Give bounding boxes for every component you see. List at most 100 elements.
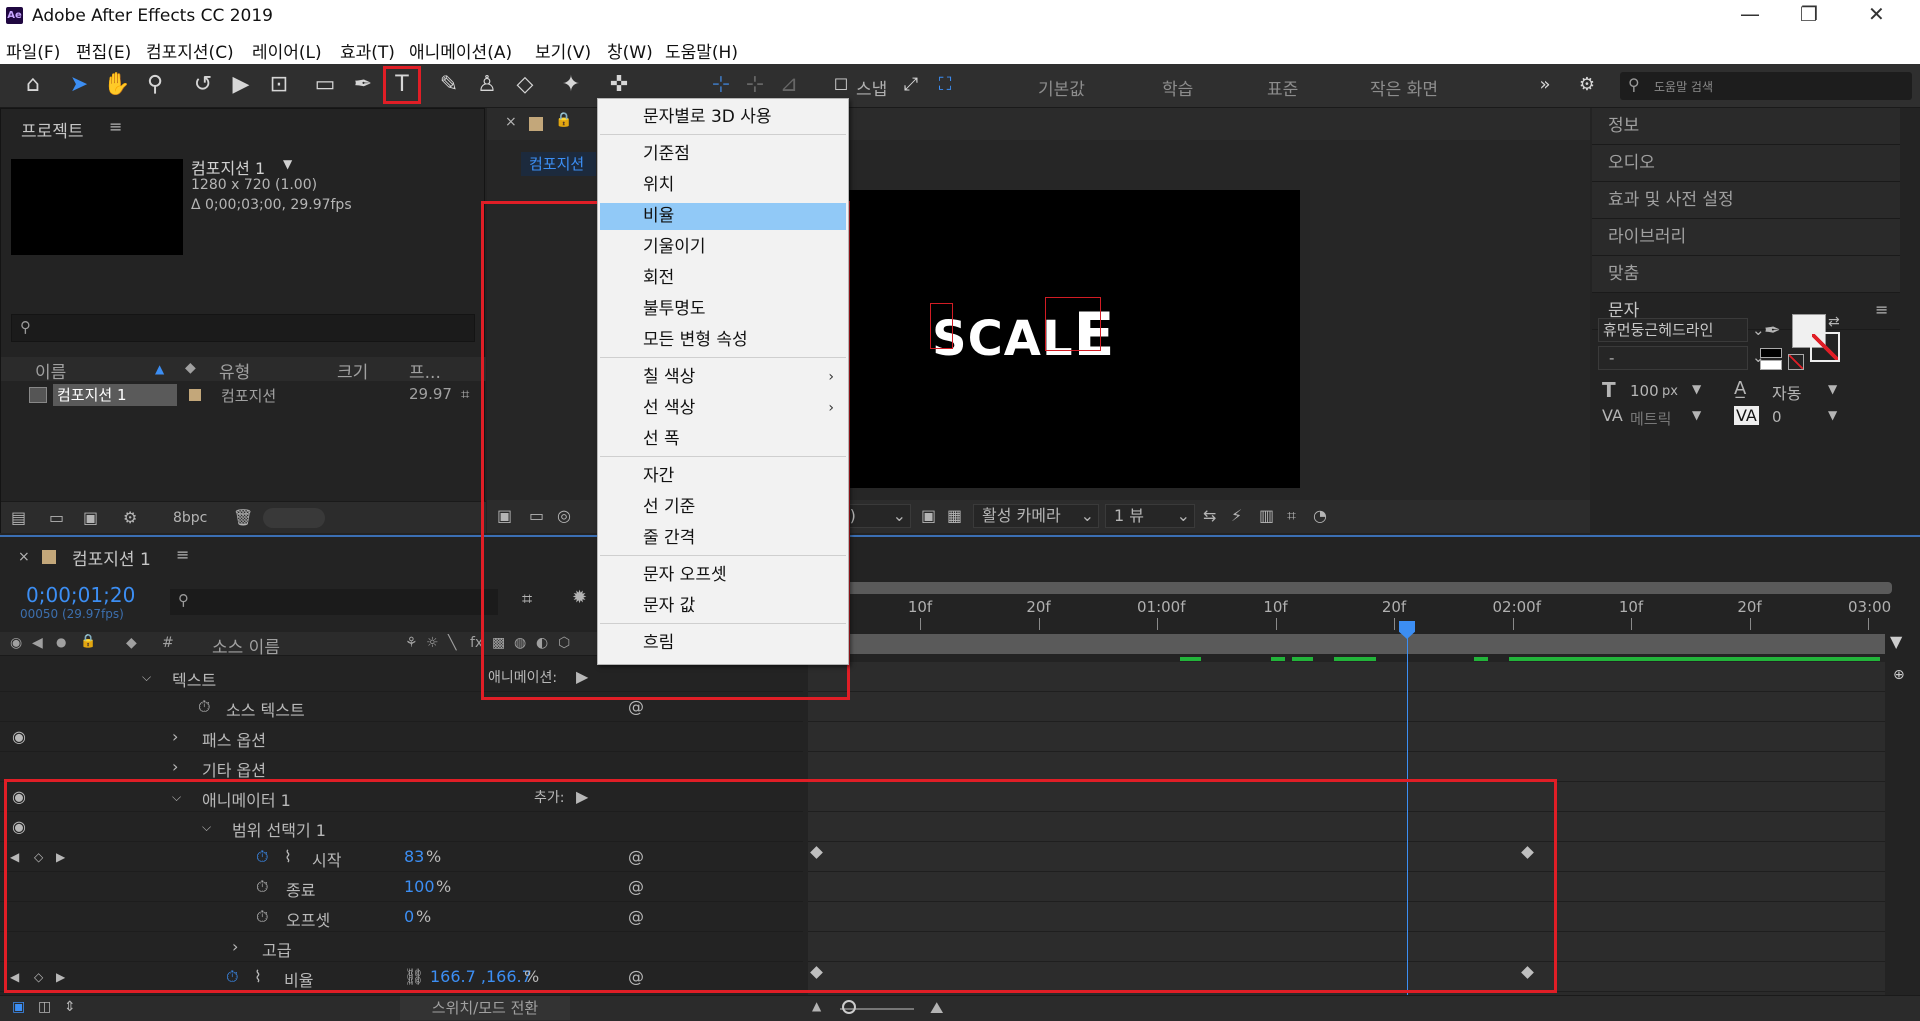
workspace-small-screen[interactable]: 작은 화면 [1370,75,1438,100]
col-size[interactable]: 크기 [337,358,368,383]
snap-target-icon[interactable]: ⛶ [930,70,960,100]
menu-item[interactable]: 기준점 [600,141,846,168]
panel-menu-icon[interactable]: ≡ [109,117,122,136]
menu-window[interactable]: 창(W) [607,38,653,63]
lock-icon[interactable]: 🔒 [80,634,96,649]
render-time-icon[interactable]: ◫ [38,999,51,1015]
menu-item[interactable]: 칠 색상 › [600,364,846,391]
kerning-value[interactable]: 메트릭 [1630,408,1671,429]
pen-tool-icon[interactable]: ✒ [348,70,378,100]
play-circle-icon[interactable]: ▶ [576,667,588,686]
chevron-right-icon[interactable]: › [172,727,178,746]
eyedropper-icon[interactable]: ✒ [1764,318,1781,342]
expression-icon[interactable]: @ [628,697,644,716]
property-row-animator-1[interactable]: ◉ ⌵ 애니메이터 1 추가: ▶ [0,782,803,812]
views-select[interactable]: 1 뷰 ⌄ [1105,504,1195,528]
black-swatch[interactable] [1760,348,1782,358]
label-tag-icon[interactable]: ◆ [185,360,196,376]
stopwatch-icon[interactable]: ⏱ [256,847,268,867]
menu-item[interactable]: 선 색상 › [600,395,846,422]
motion-blur-icon[interactable]: ◍ [514,635,526,651]
snap-checkbox[interactable]: ☐ [831,70,851,100]
prev-keyframe-icon[interactable]: ◀ [10,850,19,864]
menu-layer[interactable]: 레이어(L) [252,38,322,63]
menu-file[interactable]: 파일(F) [6,38,60,63]
menu-item[interactable]: 문자별로 3D 사용 [600,104,846,131]
item-name[interactable]: 컴포지션 1 [53,384,177,406]
timeline-search-input[interactable]: ⚲ [170,589,498,615]
audio-icon[interactable]: ◀ [32,635,43,651]
chevron-down-icon[interactable]: ⌄ [1752,321,1765,339]
fast-preview-icon[interactable]: ⚡ [1231,506,1242,525]
rotate-tool-icon[interactable]: ↺ [188,70,218,100]
new-folder-icon[interactable]: ▭ [49,508,64,527]
stopwatch-icon[interactable]: ⏱ [226,967,238,987]
collapse-icon[interactable]: ☼ [426,635,439,651]
monitor-icon[interactable]: ▭ [529,506,544,525]
interpret-footage-icon[interactable]: ▤ [11,508,26,527]
col-type[interactable]: 유형 [219,358,250,383]
graph-icon[interactable]: ⌇ [254,967,262,986]
eye-icon[interactable]: ◉ [12,817,26,836]
help-search-input[interactable]: ⚲ 도움말 검색 [1620,72,1912,100]
chevron-down-icon[interactable]: ⌵ [142,670,151,685]
menu-item[interactable]: 자간 [600,463,846,490]
toggle-switches-modes-button[interactable]: 스위치/모드 전환 [400,996,570,1020]
graph-icon[interactable]: ⌇ [284,847,292,866]
menu-view[interactable]: 보기(V) [535,38,591,63]
menu-item[interactable]: 비율 [600,203,846,230]
menu-item[interactable]: 기울이기 [600,234,846,261]
workspace-edit-icon[interactable]: ⚙ [1572,70,1602,100]
brush-tool-icon[interactable]: ✎ [434,70,464,100]
hand-tool-icon[interactable]: ✋ [102,70,132,100]
prev-keyframe-icon[interactable]: ◀ [10,970,19,984]
add-keyframe-icon[interactable]: ◇ [34,850,43,864]
expression-icon[interactable]: @ [628,847,644,866]
layer-duration-bar[interactable] [808,634,1885,654]
pan-behind-tool-icon[interactable]: ⊡ [264,70,294,100]
roto-brush-tool-icon[interactable]: ✦ [556,70,586,100]
swap-colors-icon[interactable]: ⇄ [1828,314,1840,330]
menu-edit[interactable]: 편집(E) [76,38,131,63]
effects-presets-tab[interactable]: 효과 및 사전 설정 [1592,182,1900,219]
menu-item[interactable]: 문자 값 [600,593,846,620]
next-keyframe-icon[interactable]: ▶ [56,970,65,984]
project-item-row[interactable]: 컴포지션 1 컴포지션 29.97 ⌗ [1,383,486,407]
property-row-offset[interactable]: ⏱ 오프셋 0 % @ [0,902,803,932]
audio-panel-tab[interactable]: 오디오 [1592,145,1900,182]
info-panel-tab[interactable]: 정보 [1592,108,1900,145]
trash-icon[interactable]: 🗑 [233,508,253,527]
property-row-more-options[interactable]: › 기타 옵션 [0,752,803,782]
camera-tool-icon[interactable]: ▶ [226,70,256,100]
property-row-end[interactable]: ⏱ 종료 100 % @ [0,872,803,902]
panel-menu-icon[interactable]: ≡ [1875,300,1888,319]
eraser-tool-icon[interactable]: ◇ [510,70,540,100]
menu-item[interactable]: 회전 [600,265,846,292]
constrain-proportions-icon[interactable]: ⛓ [404,967,424,986]
property-row-start[interactable]: ◀ ◇ ▶ ⏱ ⌇ 시작 83 % @ [0,842,803,872]
draft-3d-icon[interactable]: ✹ [572,587,587,608]
toggle-pixel-icon[interactable]: ⇆ [1203,506,1216,525]
label-color-icon[interactable] [189,389,201,401]
comp-button-icon[interactable]: ⊕ [1893,667,1905,683]
comp-marker-icon[interactable]: ▼ [1890,632,1902,651]
leading-value[interactable]: 자동 [1772,380,1801,404]
chevron-down-icon[interactable]: ▼ [1828,408,1837,422]
chevron-down-icon[interactable]: ▼ [283,157,292,171]
play-circle-icon[interactable]: ▶ [576,787,588,806]
menu-item[interactable]: 줄 간격 [600,525,846,552]
comp-name[interactable]: 컴포지션 1 [191,155,265,179]
workspace-standard[interactable]: 표준 [1267,75,1298,100]
property-row-advanced[interactable]: › 고급 [0,932,803,962]
close-button[interactable]: ✕ [1868,2,1885,26]
always-preview-icon[interactable]: ▣ [497,506,512,525]
reset-exposure-icon[interactable]: ◔ [1313,506,1327,525]
type-tool-icon[interactable]: T [383,66,421,104]
menu-item[interactable]: 위치 [600,172,846,199]
chevron-down-icon[interactable]: ▼ [1828,382,1837,396]
menu-effect[interactable]: 효과(T) [340,38,395,63]
quality-icon[interactable]: ╲ [448,635,456,651]
selection-tool-icon[interactable]: ➤ [64,70,94,100]
chevron-down-icon[interactable]: ⌵ [202,820,211,835]
menu-help[interactable]: 도움말(H) [665,38,738,63]
